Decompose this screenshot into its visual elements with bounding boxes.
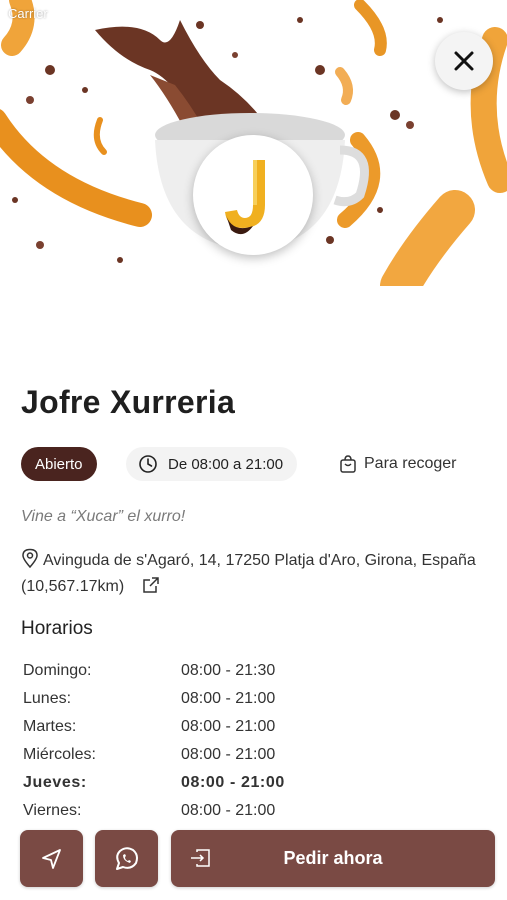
store-logo xyxy=(193,135,313,255)
schedule-hours: 08:00 - 21:00 xyxy=(181,690,276,707)
hours-chip-label: De 08:00 a 21:00 xyxy=(168,455,284,473)
clock-icon xyxy=(139,455,157,473)
location-pin-icon xyxy=(22,548,38,568)
schedule-day: Domingo: xyxy=(23,662,92,679)
shopping-bag-icon xyxy=(340,455,356,473)
store-address: Avinguda de s'Agaró, 14, 17250 Platja d'… xyxy=(21,548,481,600)
navigation-arrow-icon xyxy=(41,848,61,869)
carrier-label: Carrier xyxy=(8,6,48,21)
close-button[interactable] xyxy=(435,32,493,90)
store-name: Jofre Xurreria xyxy=(21,384,236,420)
order-now-button[interactable]: Pedir ahora xyxy=(171,830,495,887)
schedule-hours: 08:00 - 21:00 xyxy=(181,746,276,763)
schedule-row: Lunes: 08:00 - 21:00 xyxy=(23,685,323,713)
external-link-icon[interactable] xyxy=(142,576,160,594)
schedule-row: Miércoles: 08:00 - 21:00 xyxy=(23,741,323,769)
address-text: Avinguda de s'Agaró, 14, 17250 Platja d'… xyxy=(21,552,476,595)
schedule-row: Martes: 08:00 - 21:00 xyxy=(23,713,323,741)
schedule-day: Viernes: xyxy=(23,802,82,819)
store-tagline: Vine a “Xucar” el xurro! xyxy=(21,508,186,525)
schedule-hours: 08:00 - 21:00 xyxy=(181,802,276,819)
schedule-hours: 08:00 - 21:00 xyxy=(181,718,276,735)
schedule-day: Lunes: xyxy=(23,690,72,707)
hours-chip: De 08:00 a 21:00 xyxy=(126,447,298,481)
schedule-hours: 08:00 - 21:30 xyxy=(181,662,276,679)
status-badge: Abierto xyxy=(21,447,97,481)
directions-button[interactable] xyxy=(20,830,83,887)
whatsapp-icon xyxy=(115,846,138,870)
schedule-row-today: Jueves: 08:00 - 21:00 xyxy=(23,769,323,797)
schedule-day: Martes: xyxy=(23,718,77,735)
enter-icon xyxy=(191,849,210,867)
close-icon xyxy=(454,51,474,71)
schedule-row: Viernes: 08:00 - 21:00 xyxy=(23,797,323,825)
pickup-info: Para recoger xyxy=(338,447,457,481)
schedule-row: Domingo: 08:00 - 21:30 xyxy=(23,657,323,685)
hero-image: Carrier xyxy=(0,0,507,286)
order-now-label: Pedir ahora xyxy=(283,848,383,868)
schedule-title: Horarios xyxy=(21,618,93,639)
schedule-day: Miércoles: xyxy=(23,746,96,763)
schedule-table: Domingo: 08:00 - 21:30 Lunes: 08:00 - 21… xyxy=(23,657,323,825)
whatsapp-button[interactable] xyxy=(95,830,158,887)
schedule-hours: 08:00 - 21:00 xyxy=(181,774,285,791)
schedule-day: Jueves: xyxy=(23,774,87,791)
pickup-label: Para recoger xyxy=(364,455,457,472)
j-logo-icon xyxy=(225,160,265,235)
